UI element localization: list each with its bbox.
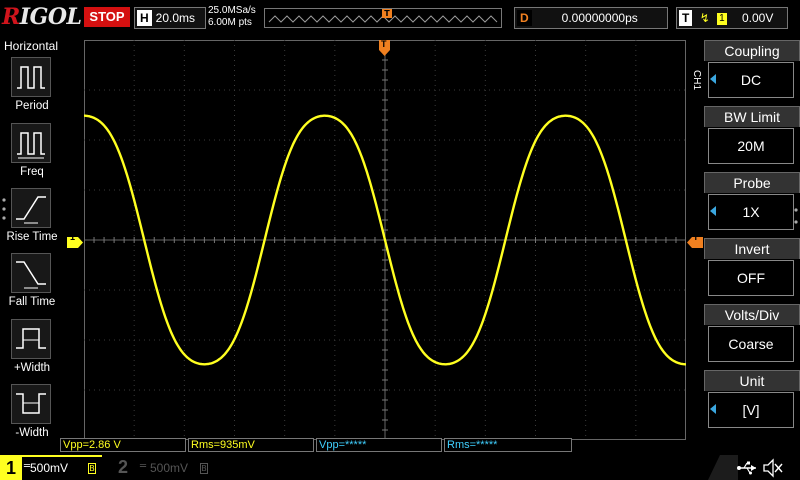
measure-fall-time-button[interactable]: Fall Time — [0, 253, 64, 317]
bw-limit-softkey[interactable]: BW Limit 20M — [704, 106, 800, 170]
measure-positive-width-button[interactable]: +Width — [0, 319, 64, 383]
brand-logo: RIGOL — [2, 4, 82, 30]
fall-time-icon — [11, 253, 51, 293]
speaker-muted-icon — [763, 458, 783, 478]
waveform-grid — [84, 40, 686, 440]
probe-arrow-icon — [710, 206, 716, 216]
bw-limit-label: BW Limit — [704, 106, 800, 127]
ch1-bw-limit-icon: B — [88, 463, 96, 474]
ch2-scale: 500mV — [150, 461, 189, 475]
trigger-position-label: T — [381, 39, 387, 49]
measure-positive-width-label: +Width — [13, 362, 51, 374]
sample-info: 25.0MSa/s 6.00M pts — [208, 5, 256, 29]
measure-period-label: Period — [15, 100, 49, 112]
coupling-softkey[interactable]: Coupling DC — [704, 40, 800, 104]
channel-menu-tab: CH1 — [688, 58, 704, 102]
ch2-rms-measurement[interactable]: Rms=***** — [444, 438, 572, 452]
ch1-offset-marker[interactable]: 1 — [67, 232, 83, 248]
measurement-bar: Vpp=2.86 V Rms=935mV Vpp=***** Rms=***** — [60, 438, 572, 452]
usb-icon — [737, 461, 756, 475]
volts-div-label: Volts/Div — [704, 304, 800, 325]
coupling-value: DC — [708, 62, 794, 98]
probe-label: Probe — [704, 172, 800, 193]
status-icons — [708, 457, 800, 479]
trigger-level-value: 0.00V — [742, 11, 774, 25]
measure-freq-button[interactable]: Freq — [0, 123, 64, 187]
ch1-rms-measurement[interactable]: Rms=935mV — [188, 438, 314, 452]
memory-depth: 6.00M pts — [208, 17, 252, 28]
trigger-level-label: T — [693, 232, 699, 242]
measure-negative-width-button[interactable]: -Width — [0, 384, 64, 448]
negative-width-icon — [11, 384, 51, 424]
trigger-display[interactable]: T ↯ 1 0.00V — [676, 7, 788, 29]
timebase-display[interactable]: H 20.0ms — [134, 7, 206, 29]
sample-rate: 25.0MSa/s — [208, 5, 256, 16]
trigger-position-marker[interactable]: T — [379, 39, 390, 56]
ch2-vpp-measurement[interactable]: Vpp=***** — [316, 438, 442, 452]
unit-softkey[interactable]: Unit [V] — [704, 370, 800, 434]
channel-menu: Coupling DC BW Limit 20M Probe 1X Invert… — [704, 40, 800, 436]
volts-div-value: Coarse — [708, 326, 794, 362]
bottom-channel-bar: 1 ═ 500mV B 2 ═ 500mV B — [0, 455, 800, 480]
ch2-number: 2 — [118, 457, 129, 477]
ch1-scale: 500mV — [30, 461, 69, 475]
timebase-letter: H — [137, 10, 152, 26]
rising-edge-icon: ↯ — [699, 11, 710, 25]
delay-display[interactable]: D 0.00000000ps — [514, 7, 668, 29]
period-icon — [11, 57, 51, 97]
run-stop-status[interactable]: STOP — [84, 7, 130, 27]
measure-negative-width-label: -Width — [15, 427, 49, 439]
measure-rise-time-button[interactable]: Rise Time — [0, 188, 64, 252]
invert-softkey[interactable]: Invert OFF — [704, 238, 800, 302]
menu-title: Horizontal — [3, 39, 59, 53]
ch2-status[interactable]: 2 ═ 500mV B — [104, 455, 214, 480]
memory-trigger-marker: T — [382, 9, 392, 18]
trigger-level-marker[interactable]: T — [687, 232, 703, 248]
delay-letter: D — [517, 10, 532, 26]
unit-value: [V] — [708, 392, 794, 428]
ch1-status[interactable]: 1 ═ 500mV B — [0, 455, 102, 480]
timebase-value: 20.0ms — [155, 11, 196, 25]
measure-rise-time-label: Rise Time — [6, 231, 58, 243]
volts-div-softkey[interactable]: Volts/Div Coarse — [704, 304, 800, 368]
ch2-bw-limit-icon: B — [200, 463, 208, 474]
coupling-label: Coupling — [704, 40, 800, 61]
ch1-number: 1 — [0, 457, 22, 480]
measure-fall-time-label: Fall Time — [8, 296, 56, 308]
ch1-offset-label: 1 — [70, 232, 76, 242]
probe-softkey[interactable]: Probe 1X — [704, 172, 800, 236]
measure-freq-label: Freq — [20, 166, 44, 178]
trigger-letter: T — [679, 10, 693, 26]
top-status-bar: RIGOL STOP H 20.0ms 25.0MSa/s 6.00M pts T… — [0, 0, 800, 36]
invert-value: OFF — [708, 260, 794, 296]
ch2-coupling-icon: ═ — [140, 461, 147, 472]
positive-width-icon — [11, 319, 51, 359]
freq-icon — [11, 123, 51, 163]
unit-label: Unit — [704, 370, 800, 391]
bw-limit-value: 20M — [708, 128, 794, 164]
left-scroll-dots-icon — [2, 198, 6, 220]
memory-waveform-bar: T — [264, 8, 502, 28]
delay-value: 0.00000000ps — [561, 11, 638, 25]
trigger-source-badge: 1 — [717, 12, 727, 25]
ch1-vpp-measurement[interactable]: Vpp=2.86 V — [60, 438, 186, 452]
unit-arrow-icon — [710, 404, 716, 414]
coupling-arrow-icon — [710, 74, 716, 84]
rise-time-icon — [11, 188, 51, 228]
probe-value: 1X — [708, 194, 794, 230]
waveform-display[interactable] — [84, 40, 686, 440]
horizontal-measure-menu: Horizontal Period Freq Rise Time Fall Ti… — [0, 37, 64, 457]
measure-period-button[interactable]: Period — [0, 57, 64, 121]
invert-label: Invert — [704, 238, 800, 259]
